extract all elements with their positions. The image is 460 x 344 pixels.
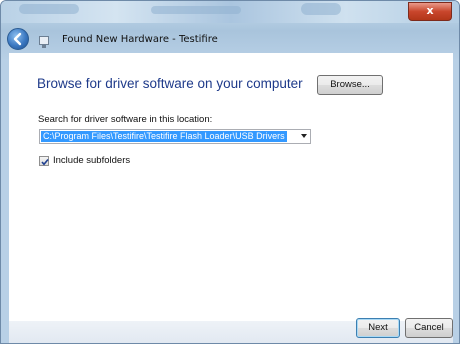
next-button[interactable]: Next xyxy=(356,318,400,338)
title-bar xyxy=(1,1,459,23)
titlebar-blur xyxy=(301,3,341,15)
close-icon: x xyxy=(426,4,434,17)
search-location-label: Search for driver software in this locat… xyxy=(38,114,213,125)
driver-path-value[interactable]: C:\Program Files\Testifire\Testifire Fla… xyxy=(41,131,287,142)
include-subfolders-label: Include subfolders xyxy=(53,155,131,166)
back-arrow-icon xyxy=(13,32,22,46)
close-button[interactable]: x xyxy=(408,2,452,21)
page-heading: Browse for driver software on your compu… xyxy=(37,76,303,91)
titlebar-blur xyxy=(19,4,79,14)
titlebar-blur xyxy=(151,6,241,14)
cancel-button[interactable]: Cancel xyxy=(405,318,453,338)
include-subfolders-checkbox[interactable] xyxy=(39,156,49,166)
browse-button[interactable]: Browse... xyxy=(317,75,383,95)
nav-bar: Found New Hardware - Testifire xyxy=(1,23,459,53)
hardware-dialog-icon xyxy=(39,36,49,48)
dialog-title: Found New Hardware - Testifire xyxy=(62,34,218,45)
chevron-down-icon[interactable] xyxy=(301,134,307,138)
driver-path-combobox[interactable]: C:\Program Files\Testifire\Testifire Fla… xyxy=(39,129,311,144)
back-button[interactable] xyxy=(7,28,29,50)
content-panel: Browse for driver software on your compu… xyxy=(9,53,453,321)
dialog-window: x Found New Hardware - Testifire Browse … xyxy=(0,0,460,344)
checkmark-icon xyxy=(41,158,49,166)
